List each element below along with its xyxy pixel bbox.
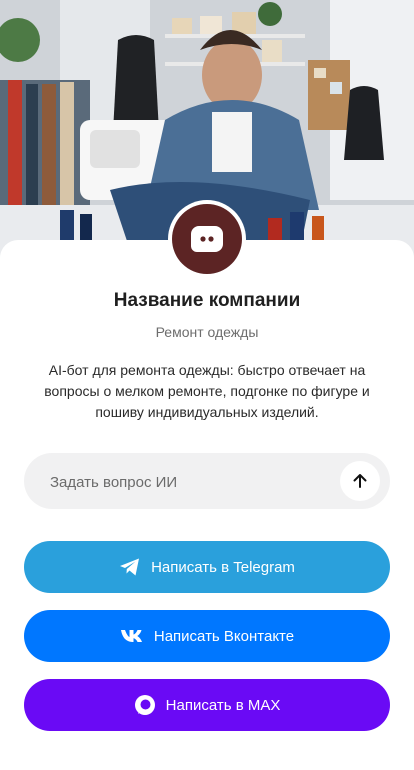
chat-bot-icon — [172, 204, 242, 274]
telegram-button-label: Написать в Telegram — [151, 558, 295, 576]
company-name: Название компании — [113, 290, 301, 311]
max-button-label: Написать в MAX — [165, 696, 281, 714]
max-button[interactable]: Написать в MAX — [24, 679, 390, 731]
vk-button[interactable]: Написать Вконтакте — [24, 610, 390, 662]
max-icon — [134, 694, 156, 716]
vk-button-label: Написать Вконтакте — [153, 627, 295, 645]
company-avatar — [168, 200, 246, 278]
vk-icon — [120, 629, 144, 643]
ask-ai-input[interactable] — [48, 453, 332, 511]
telegram-button[interactable]: Написать в Telegram — [24, 541, 390, 593]
ask-ai-bar — [24, 453, 390, 511]
company-description: AI-бот для ремонта одежды: быстро отвеча… — [44, 362, 370, 420]
telegram-icon — [119, 557, 141, 577]
company-category: Ремонт одежды — [155, 324, 259, 340]
arrow-up-icon — [353, 474, 367, 488]
send-button[interactable] — [340, 461, 380, 501]
